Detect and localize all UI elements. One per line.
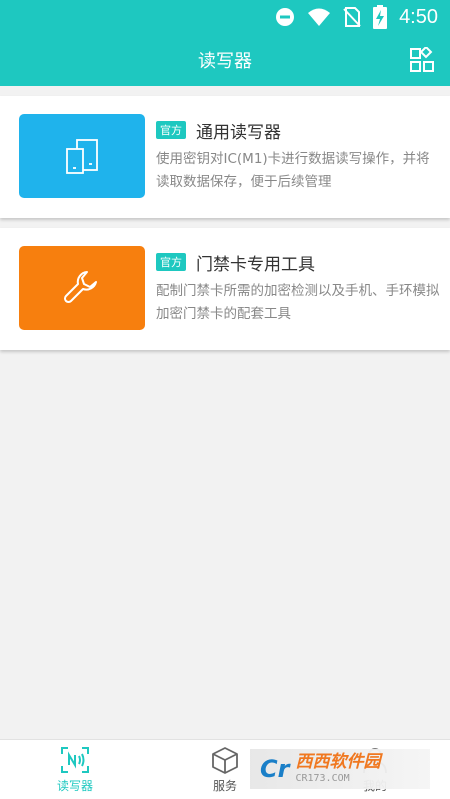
wrench-icon [63, 271, 97, 304]
dnd-icon [275, 7, 295, 27]
wifi-icon [307, 7, 331, 27]
official-tag: 官方 [156, 253, 186, 271]
watermark-mark: Cr [260, 755, 290, 783]
status-time: 4:50 [399, 5, 438, 28]
battery-charging-icon [373, 5, 388, 29]
access-tool-thumbnail [19, 246, 145, 330]
card-title: 门禁卡专用工具 [196, 255, 315, 275]
card-description: 使用密钥对IC(M1)卡进行数据读写操作，并将读取数据保存，便于后续管理 [156, 151, 430, 190]
watermark-text: 西西软件园 [295, 752, 381, 772]
card-reader-thumbnail [19, 114, 145, 198]
tab-label: 读写器 [56, 779, 93, 793]
app-bar: 读写器 [0, 34, 450, 86]
page-title: 读写器 [198, 51, 252, 72]
tool-card-access-control[interactable]: 官方 门禁卡专用工具 配制门禁卡所需的加密检测以及手机、手环模拟加密门禁卡的配套… [0, 228, 450, 350]
official-tag: 官方 [156, 121, 186, 139]
nfc-icon [61, 747, 89, 773]
watermark-subtext: CR173.COM [295, 773, 350, 784]
status-bar: 4:50 [0, 0, 450, 34]
card-description: 配制门禁卡所需的加密检测以及手机、手环模拟加密门禁卡的配套工具 [156, 283, 440, 322]
card-reader-icon [66, 139, 98, 174]
watermark-logo: Cr 西西软件园 CR173.COM [250, 749, 430, 789]
apps-grid-icon[interactable] [408, 46, 436, 74]
cube-icon [212, 747, 238, 774]
tab-label: 服务 [212, 779, 237, 793]
tool-card-reader[interactable]: 官方 通用读写器 使用密钥对IC(M1)卡进行数据读写操作，并将读取数据保存，便… [0, 96, 450, 218]
card-title: 通用读写器 [196, 123, 281, 143]
tab-reader[interactable]: 读写器 [40, 746, 110, 794]
no-sim-icon [343, 6, 361, 28]
